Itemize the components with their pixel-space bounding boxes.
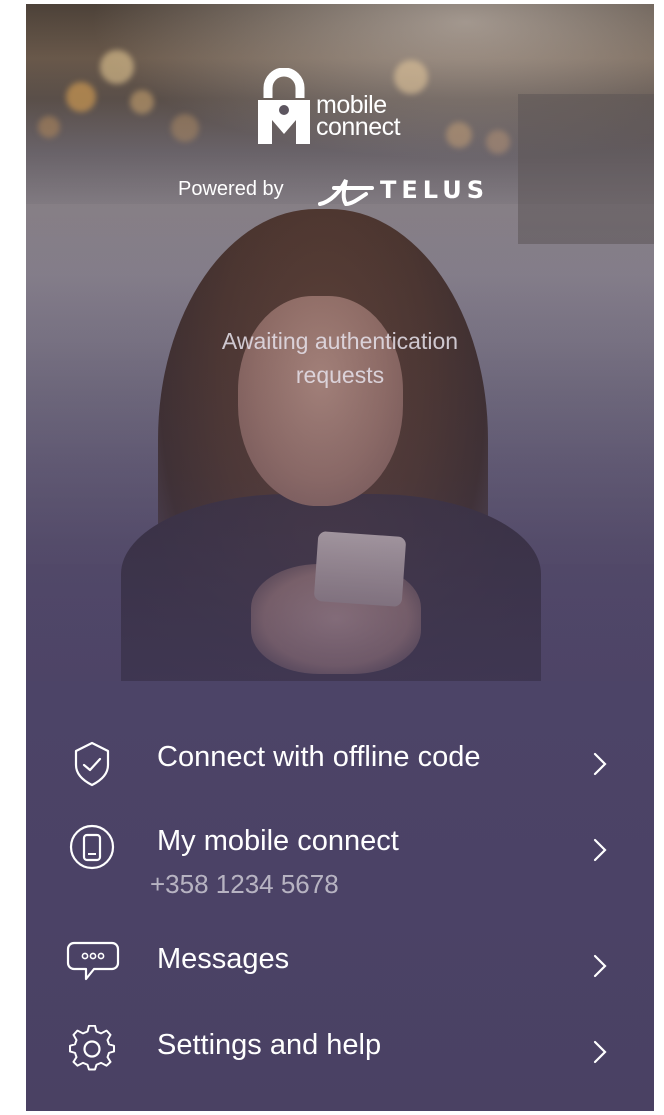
gear-icon	[69, 1025, 115, 1071]
shield-check-icon	[74, 741, 110, 787]
powered-by-row: Powered by TELUS	[178, 174, 518, 210]
chevron-right-icon	[593, 1040, 607, 1064]
app-screen: mobile connect Powered by TELUS Awaiting…	[26, 4, 654, 1111]
menu-item-label: My mobile connect	[157, 825, 399, 857]
powered-by-label: Powered by	[178, 178, 284, 200]
padlock-m-icon	[258, 68, 310, 144]
chevron-right-icon	[593, 838, 607, 862]
bottom-menu: Connect with offline code My mobile conn…	[26, 681, 654, 1111]
logo-wordmark: mobile connect	[316, 93, 401, 141]
status-message: Awaiting authentication requests	[221, 328, 459, 388]
menu-item-label: Settings and help	[157, 1029, 382, 1061]
telus-wordmark: TELUS	[380, 176, 489, 204]
phone-number: +358 1234 5678	[150, 869, 339, 899]
menu-item-offline-code[interactable]: Connect with offline code	[26, 731, 654, 791]
chevron-right-icon	[593, 752, 607, 776]
chevron-right-icon	[593, 954, 607, 978]
menu-item-label: Messages	[157, 943, 290, 975]
menu-item-my-mobile-connect[interactable]: My mobile connect +358 1234 5678	[26, 817, 654, 907]
mobile-connect-logo: mobile connect	[256, 68, 436, 148]
telus-mark-icon	[318, 179, 374, 207]
menu-item-settings-help[interactable]: Settings and help	[26, 1019, 654, 1079]
menu-item-label: Connect with offline code	[157, 741, 481, 773]
chat-bubble-icon	[66, 941, 120, 981]
menu-item-messages[interactable]: Messages	[26, 933, 654, 993]
logo-line-2: connect	[316, 113, 401, 141]
phone-icon	[69, 824, 115, 870]
